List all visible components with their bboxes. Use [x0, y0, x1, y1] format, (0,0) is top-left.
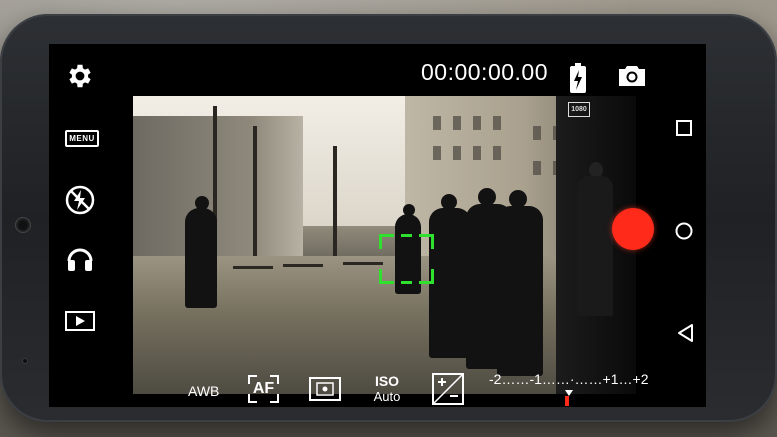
battery-status	[569, 63, 587, 98]
battery-charging-icon	[570, 63, 586, 93]
recent-apps-icon	[676, 120, 692, 136]
building-window	[453, 146, 461, 160]
proximity-sensor	[22, 358, 28, 364]
tree-trunk	[253, 126, 257, 256]
person-silhouette	[429, 208, 471, 358]
photo-mode-button[interactable]	[617, 64, 647, 93]
metering-button[interactable]	[309, 377, 341, 406]
building-window	[533, 161, 541, 175]
cafe-table	[343, 262, 383, 265]
settings-button[interactable]	[65, 61, 95, 91]
building-window	[473, 146, 481, 160]
recent-apps-button[interactable]	[676, 120, 692, 141]
menu-button[interactable]: MENU	[65, 130, 99, 147]
headphones-icon	[67, 248, 93, 271]
play-icon	[65, 311, 95, 331]
building-window	[453, 116, 461, 130]
building-window	[473, 116, 481, 130]
cafe-table	[283, 264, 323, 267]
back-icon	[678, 324, 693, 342]
flash-button[interactable]	[65, 185, 95, 215]
exposure-indicator	[565, 396, 569, 406]
exposure-icon	[432, 373, 464, 405]
exposure-scale[interactable]: -2……-1……·……+1…+2	[489, 371, 648, 387]
iso-button[interactable]: ISO Auto	[371, 373, 403, 405]
phone-frame: 00:00:00.00 MENU 1080 AWB AF ISO Auto -2…	[0, 14, 777, 422]
building-window	[493, 116, 501, 130]
gear-icon	[69, 64, 91, 88]
person-silhouette	[577, 176, 613, 316]
tree-trunk	[333, 146, 337, 256]
viewfinder-building-left	[133, 116, 303, 256]
building-window	[493, 146, 501, 160]
iso-value: Auto	[373, 389, 401, 404]
camera-icon	[619, 66, 645, 86]
record-button[interactable]	[612, 208, 654, 250]
resolution-badge: 1080	[568, 102, 590, 117]
camera-screen: 00:00:00.00 MENU 1080 AWB AF ISO Auto -2…	[49, 44, 706, 407]
awb-button[interactable]: AWB	[188, 383, 219, 399]
building-window	[433, 116, 441, 130]
back-button[interactable]	[676, 323, 694, 348]
viewfinder[interactable]	[133, 96, 605, 394]
exposure-compensation-button[interactable]	[432, 373, 464, 407]
audio-monitor-button[interactable]	[65, 243, 95, 273]
flash-auto-icon	[65, 185, 95, 215]
building-window	[533, 126, 541, 140]
building-window	[433, 146, 441, 160]
recording-timer: 00:00:00.00	[421, 59, 549, 85]
playback-button[interactable]	[65, 310, 95, 332]
autofocus-indicator[interactable]	[379, 234, 434, 284]
metering-icon	[309, 377, 341, 401]
cafe-table	[233, 266, 273, 269]
autofocus-mode-button[interactable]: AF	[248, 375, 279, 403]
home-icon	[675, 222, 693, 240]
person-silhouette	[497, 206, 543, 376]
speaker-grille	[15, 217, 31, 233]
iso-label: ISO	[374, 373, 400, 389]
person-silhouette	[185, 208, 217, 308]
home-button[interactable]	[675, 222, 693, 245]
